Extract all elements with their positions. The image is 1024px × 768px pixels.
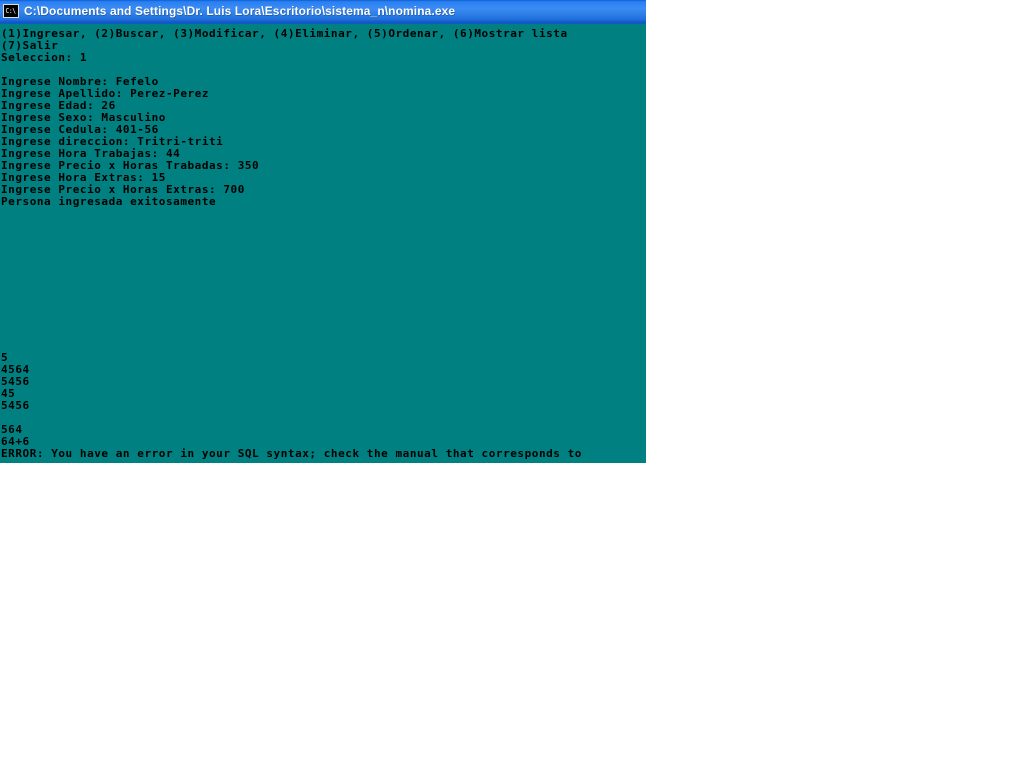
console-line: 45 xyxy=(1,387,16,400)
console-line: ERROR: You have an error in your SQL syn… xyxy=(1,447,582,460)
window-title-bar[interactable]: C:\ C:\Documents and Settings\Dr. Luis L… xyxy=(0,0,646,22)
console-line: 4564 xyxy=(1,363,30,376)
console-window[interactable]: C:\ C:\Documents and Settings\Dr. Luis L… xyxy=(0,0,646,463)
console-line: 5456 xyxy=(1,399,30,412)
console-window-icon[interactable]: C:\ xyxy=(3,4,19,18)
console-line: Persona ingresada exitosamente xyxy=(1,195,217,208)
console-output-text: (1)Ingresar, (2)Buscar, (3)Modificar, (4… xyxy=(1,28,646,460)
console-icon-glyph: C:\ xyxy=(5,6,17,15)
console-line: 5 xyxy=(1,351,9,364)
desktop-background: C:\ C:\Documents and Settings\Dr. Luis L… xyxy=(0,0,1024,768)
console-client-area[interactable]: (1)Ingresar, (2)Buscar, (3)Modificar, (4… xyxy=(0,24,646,463)
console-line: Seleccion: 1 xyxy=(1,51,88,64)
window-title-text: C:\Documents and Settings\Dr. Luis Lora\… xyxy=(24,4,456,18)
console-line: (7)Salir xyxy=(1,39,59,52)
console-line: 564 xyxy=(1,423,23,436)
console-line: 5456 xyxy=(1,375,30,388)
console-line: (1)Ingresar, (2)Buscar, (3)Modificar, (4… xyxy=(1,27,568,40)
